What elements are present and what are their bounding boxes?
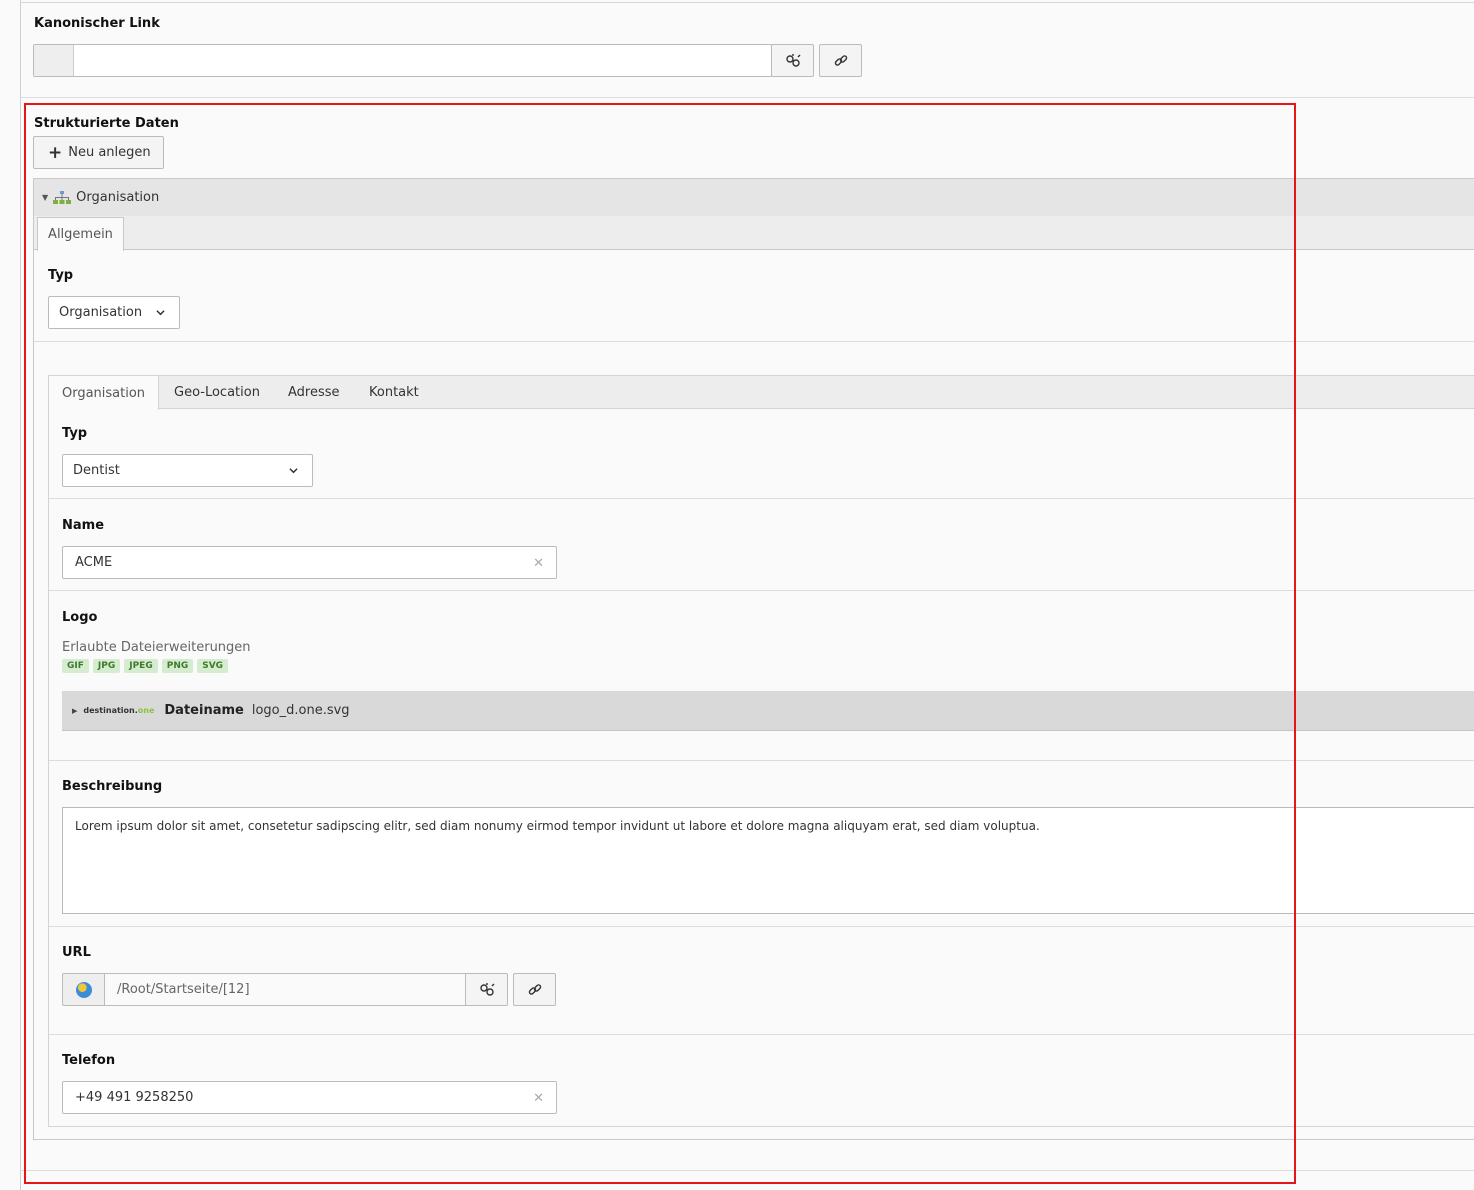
badge-jpeg: JPEG: [124, 659, 158, 673]
url-field: /Root/Startseite/[12]: [62, 973, 510, 1006]
url-unlink-button[interactable]: [465, 973, 508, 1006]
structured-item-header[interactable]: ▼ Organisation: [34, 179, 1474, 216]
description-label: Beschreibung: [62, 779, 163, 794]
tab-kontakt[interactable]: Kontakt: [369, 376, 419, 409]
tab-organisation[interactable]: Organisation: [49, 376, 159, 410]
file-name-value: logo_d.one.svg: [251, 703, 350, 718]
bottom-divider: [20, 1170, 1474, 1171]
type-select[interactable]: Organisation: [48, 296, 180, 329]
chevron-down-icon: [289, 468, 298, 474]
chevron-down-icon: [156, 310, 165, 316]
add-new-label: Neu anlegen: [68, 145, 151, 160]
logo-label: Logo: [62, 610, 98, 625]
url-input[interactable]: /Root/Startseite/[12]: [104, 973, 467, 1006]
link-icon: [834, 54, 847, 66]
badge-png: PNG: [161, 659, 194, 673]
globe-icon: [75, 981, 92, 998]
close-icon[interactable]: ✕: [533, 556, 544, 571]
canonical-link-input[interactable]: [33, 44, 772, 77]
field-divider: [49, 760, 1474, 761]
file-reference-row[interactable]: ▶ destination.one Dateiname logo_d.one.s…: [62, 691, 1474, 731]
org-type-select[interactable]: Dentist: [62, 454, 313, 487]
tab-geo-location[interactable]: Geo-Location: [174, 376, 260, 409]
badge-gif: GIF: [62, 659, 89, 673]
caret-right-icon: ▶: [72, 706, 78, 715]
left-border: [20, 0, 21, 1190]
unlink-icon: [479, 982, 494, 996]
extension-badges: GIF JPG JPEG PNG SVG: [62, 659, 229, 673]
tab-allgemein[interactable]: Allgemein: [37, 217, 124, 251]
outer-tab-bar: Allgemein: [34, 216, 1474, 251]
field-divider: [49, 1034, 1474, 1035]
section-divider: [20, 97, 1474, 98]
field-divider: [49, 926, 1474, 927]
name-value: ACME: [75, 555, 113, 570]
link-icon: [528, 983, 541, 995]
badge-svg: SVG: [197, 659, 229, 673]
phone-input[interactable]: +49 491 9258250 ✕: [62, 1081, 557, 1114]
type-divider: [34, 341, 1474, 342]
tab-adresse[interactable]: Adresse: [288, 376, 340, 409]
org-type-label: Typ: [62, 426, 88, 441]
org-type-value: Dentist: [73, 463, 120, 478]
url-addon: [62, 973, 105, 1006]
badge-jpg: JPG: [92, 659, 121, 673]
unlink-button[interactable]: [771, 44, 814, 77]
structured-data-label: Strukturierte Daten: [34, 116, 179, 131]
type-label: Typ: [48, 268, 74, 283]
link-button[interactable]: [819, 44, 862, 77]
type-select-value: Organisation: [59, 305, 143, 320]
caret-down-icon: ▼: [42, 193, 49, 202]
phone-label: Telefon: [62, 1053, 116, 1068]
name-label: Name: [62, 518, 105, 533]
phone-value: +49 491 9258250: [75, 1090, 194, 1105]
top-border: [20, 2, 1474, 3]
sitemap-icon: [53, 190, 72, 204]
file-name-label: Dateiname: [164, 703, 244, 718]
structured-item-panel: ▼ Organisation Allgemein Typ Organisatio…: [33, 178, 1474, 1140]
inner-tab-bar: Organisation Geo-Location Adresse Kontak…: [49, 376, 1474, 410]
plus-icon: +: [48, 142, 63, 163]
file-thumbnail: destination.one: [83, 706, 155, 715]
structured-item-title: Organisation: [76, 190, 160, 205]
url-label: URL: [62, 945, 91, 960]
add-new-button[interactable]: + Neu anlegen: [33, 136, 164, 169]
url-link-button[interactable]: [513, 973, 556, 1006]
allowed-extensions-hint: Erlaubte Dateierweiterungen: [62, 640, 251, 655]
canonical-link-addon: [34, 45, 74, 76]
canonical-link-label: Kanonischer Link: [34, 16, 160, 31]
organisation-panel: Organisation Geo-Location Adresse Kontak…: [48, 375, 1474, 1127]
field-divider: [49, 590, 1474, 591]
close-icon[interactable]: ✕: [533, 1091, 544, 1106]
name-input[interactable]: ACME ✕: [62, 546, 557, 579]
field-divider: [49, 498, 1474, 499]
unlink-icon: [785, 53, 800, 67]
description-textarea[interactable]: Lorem ipsum dolor sit amet, consetetur s…: [62, 807, 1474, 914]
